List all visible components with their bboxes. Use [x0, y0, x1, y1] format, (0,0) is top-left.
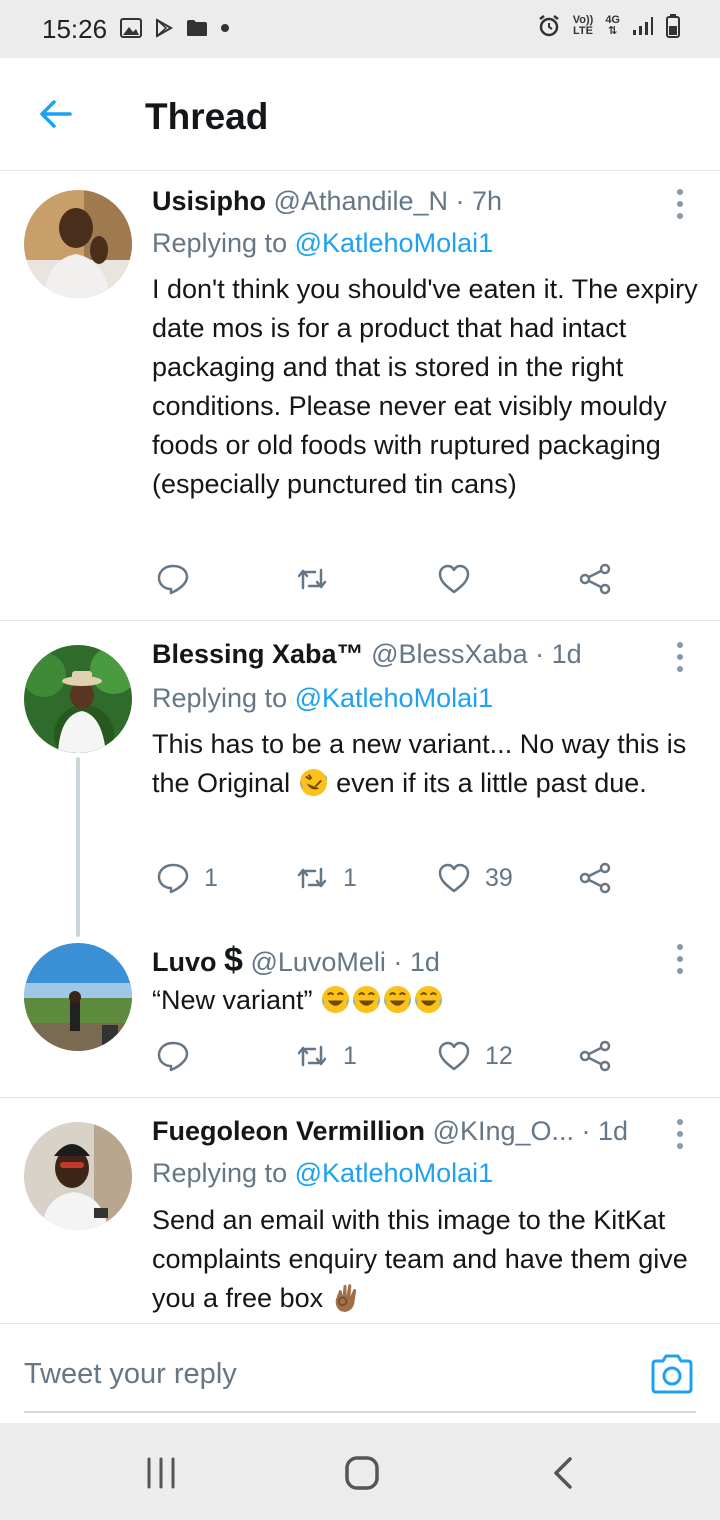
- reply-icon: [157, 863, 189, 894]
- like-count: 39: [485, 863, 513, 892]
- share-icon: [579, 862, 611, 894]
- handle-time: @KIng_O... · 1d: [432, 1116, 629, 1146]
- retweet-icon: [297, 568, 327, 590]
- tweet-header: Usisipho @Athandile_N · 7h: [152, 186, 502, 217]
- more-icon[interactable]: [670, 1114, 690, 1154]
- reply-button[interactable]: [156, 1039, 204, 1073]
- camera-icon[interactable]: [650, 1354, 694, 1394]
- share-icon: [579, 1040, 611, 1072]
- avatar[interactable]: [24, 190, 132, 298]
- input-underline: [24, 1411, 696, 1413]
- folder-icon: [187, 20, 207, 36]
- reply-composer: Tweet your reply: [0, 1323, 720, 1423]
- status-time: 15:26: [42, 14, 108, 44]
- reply-button[interactable]: 1: [156, 861, 218, 895]
- mention-link[interactable]: @KatlehoMolai1: [295, 1158, 494, 1188]
- display-name[interactable]: Usisipho: [152, 186, 266, 216]
- tweet-actions: 1 12: [152, 1039, 622, 1079]
- mention-link[interactable]: @KatlehoMolai1: [295, 228, 494, 258]
- reply-button[interactable]: [156, 562, 204, 596]
- more-icon[interactable]: [670, 184, 690, 224]
- laughing-emoji-icon: [353, 985, 381, 1014]
- tweet-text: I don't think you should've eaten it. Th…: [152, 274, 698, 499]
- tweet-actions: [152, 562, 622, 602]
- like-count: 12: [485, 1041, 513, 1070]
- tweet[interactable]: Fuegoleon Vermillion @KIng_O... · 1d Rep…: [0, 1098, 720, 1323]
- rolling-laughing-emoji-icon: [299, 768, 327, 797]
- gallery-icon: [120, 18, 142, 38]
- alarm-icon: [538, 15, 559, 37]
- retweet-count: 1: [343, 1041, 357, 1070]
- retweet-button[interactable]: 1: [295, 1039, 357, 1073]
- share-icon: [579, 563, 611, 595]
- like-button[interactable]: [437, 562, 485, 596]
- page-title: Thread: [145, 96, 269, 137]
- replying-to: Replying to @KatlehoMolai1: [152, 683, 494, 713]
- laughing-emoji-icon: [384, 985, 412, 1014]
- recents-icon[interactable]: [141, 1453, 181, 1493]
- tweet-actions: 1 1 39: [152, 861, 622, 901]
- mention-link[interactable]: @KatlehoMolai1: [295, 683, 494, 713]
- play-store-icon: [156, 18, 174, 38]
- home-icon[interactable]: [342, 1453, 382, 1493]
- handle-time: @Athandile_N · 7h: [273, 186, 503, 216]
- retweet-count: 1: [343, 863, 357, 892]
- replying-to: Replying to @KatlehoMolai1: [152, 228, 494, 258]
- battery-icon: [666, 14, 680, 38]
- like-icon: [438, 564, 470, 594]
- like-button[interactable]: 12: [437, 1039, 513, 1073]
- tweet[interactable]: Luvo $ @LuvoMeli · 1d “New variant” 1 12: [0, 925, 720, 1097]
- back-arrow-icon[interactable]: [36, 94, 76, 134]
- dot-icon: [221, 24, 229, 32]
- retweet-icon: [297, 1045, 327, 1067]
- like-icon: [438, 1041, 470, 1071]
- network-indicator: 4G ⇅: [605, 14, 620, 37]
- tweet[interactable]: Usisipho @Athandile_N · 7h Replying to @…: [0, 172, 720, 620]
- back-nav-icon[interactable]: [544, 1453, 584, 1493]
- tweet-text: Send an email with this image to the Kit…: [152, 1205, 688, 1313]
- display-name[interactable]: Fuegoleon Vermillion: [152, 1116, 425, 1146]
- thread-connector: [76, 757, 80, 937]
- tweet-text: This has to be a new variant... No way t…: [152, 729, 687, 798]
- reply-count: 1: [204, 863, 218, 892]
- reply-icon: [157, 564, 189, 595]
- notification-icons: [120, 18, 230, 38]
- tweet-header: Fuegoleon Vermillion @KIng_O... · 1d: [152, 1116, 628, 1147]
- avatar[interactable]: [24, 1122, 132, 1230]
- tweet-text: “New variant”: [152, 981, 702, 1020]
- like-button[interactable]: 39: [437, 861, 513, 895]
- app-header: Thread: [0, 58, 720, 171]
- avatar[interactable]: [24, 943, 132, 1051]
- tweet-header: Luvo $ @LuvoMeli · 1d: [152, 941, 440, 980]
- more-icon[interactable]: [670, 637, 690, 677]
- share-button[interactable]: [578, 562, 612, 596]
- retweet-icon: [297, 867, 327, 889]
- handle-time: @LuvoMeli · 1d: [250, 947, 440, 977]
- tweet[interactable]: Blessing Xaba™ @BlessXaba · 1d Replying …: [0, 621, 720, 937]
- replying-to: Replying to @KatlehoMolai1: [152, 1158, 494, 1188]
- share-button[interactable]: [578, 861, 612, 895]
- retweet-button[interactable]: 1: [295, 861, 357, 895]
- ok-hand-emoji-icon: [335, 1284, 356, 1313]
- status-bar: 15:26 Vo)) LTE 4G ⇅: [0, 0, 720, 58]
- laughing-emoji-icon: [415, 985, 443, 1014]
- handle-time: @BlessXaba · 1d: [371, 639, 582, 669]
- display-name[interactable]: Blessing Xaba™: [152, 639, 364, 669]
- display-name[interactable]: Luvo $: [152, 941, 243, 979]
- retweet-button[interactable]: [295, 562, 343, 596]
- volte-indicator: Vo)) LTE: [572, 14, 594, 37]
- laughing-emoji-icon: [322, 985, 350, 1014]
- signal-icon: [633, 17, 653, 35]
- like-icon: [438, 863, 470, 893]
- tweet-header: Blessing Xaba™ @BlessXaba · 1d: [152, 639, 582, 670]
- share-button[interactable]: [578, 1039, 612, 1073]
- reply-input[interactable]: Tweet your reply: [24, 1358, 237, 1391]
- system-nav-bar: [0, 1423, 720, 1520]
- avatar[interactable]: [24, 645, 132, 753]
- reply-icon: [157, 1041, 189, 1072]
- system-icons: Vo)) LTE 4G ⇅: [537, 14, 680, 38]
- more-icon[interactable]: [670, 939, 690, 979]
